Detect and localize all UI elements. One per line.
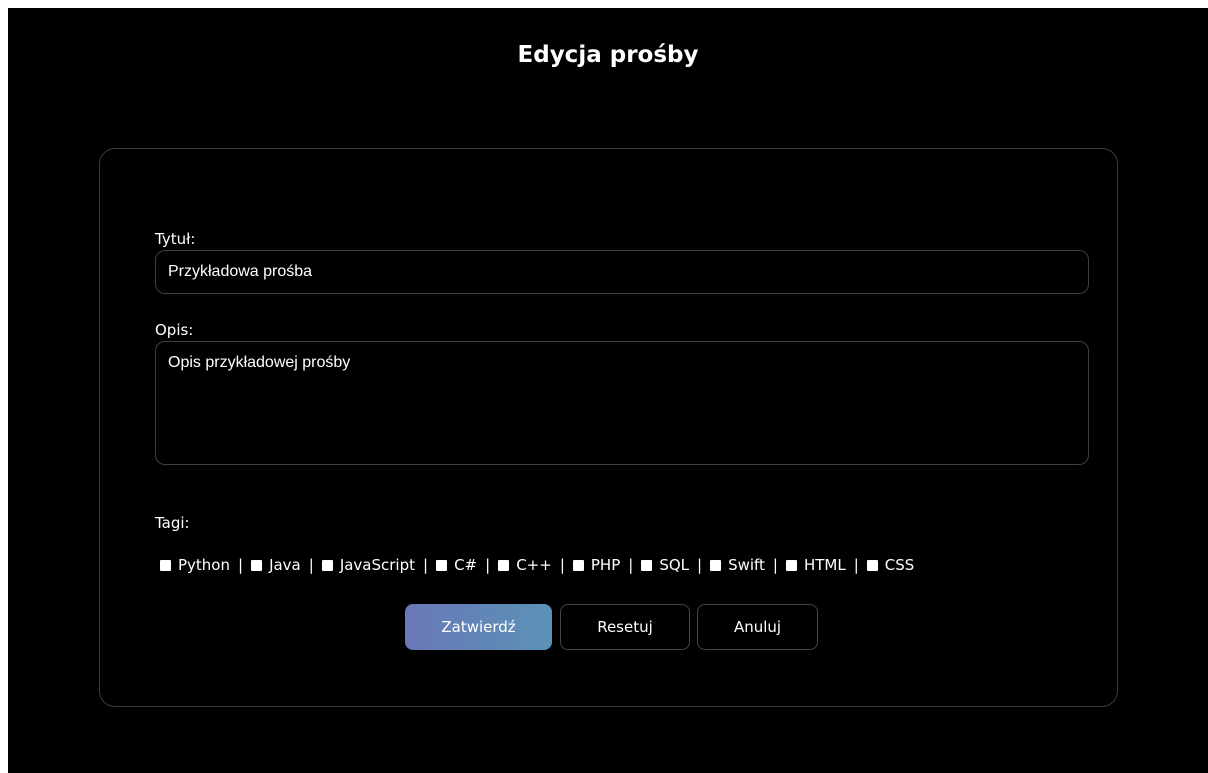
- checkbox-icon[interactable]: [498, 559, 510, 571]
- tags-list: Python | Java | JavaScript | C# | C++ | …: [160, 554, 914, 576]
- cancel-button[interactable]: Anuluj: [697, 604, 818, 650]
- tag-label: Python: [178, 556, 230, 574]
- tag-separator: |: [772, 556, 778, 574]
- tag-checkbox-php[interactable]: PHP: [572, 556, 621, 574]
- tag-separator: |: [853, 556, 859, 574]
- tag-label: CSS: [884, 556, 915, 574]
- tag-separator: |: [423, 556, 429, 574]
- tag-separator: |: [697, 556, 703, 574]
- checkbox-icon[interactable]: [866, 559, 878, 571]
- tag-label: SQL: [659, 556, 689, 574]
- checkbox-icon[interactable]: [436, 559, 448, 571]
- tag-checkbox-java[interactable]: Java: [251, 556, 301, 574]
- checkbox-icon[interactable]: [160, 559, 171, 571]
- tag-checkbox-csharp[interactable]: C#: [436, 556, 477, 574]
- description-label: Opis:: [155, 321, 194, 339]
- title-label: Tytuł:: [155, 230, 196, 248]
- page: Edycja prośby Tytuł: Opis: Opis przykład…: [8, 8, 1208, 773]
- checkbox-icon[interactable]: [710, 559, 722, 571]
- title-input[interactable]: [155, 250, 1089, 294]
- tag-label: JavaScript: [339, 556, 416, 574]
- checkbox-icon[interactable]: [321, 559, 333, 571]
- tag-checkbox-javascript[interactable]: JavaScript: [321, 556, 416, 574]
- tag-label: Swift: [728, 556, 765, 574]
- tag-label: PHP: [590, 556, 621, 574]
- tag-separator: |: [238, 556, 244, 574]
- checkbox-icon[interactable]: [785, 559, 797, 571]
- tag-checkbox-html[interactable]: HTML: [785, 556, 846, 574]
- tag-separator: |: [308, 556, 314, 574]
- checkbox-icon[interactable]: [251, 559, 263, 571]
- tag-checkbox-sql[interactable]: SQL: [641, 556, 689, 574]
- tag-checkbox-cpp[interactable]: C++: [498, 556, 552, 574]
- description-textarea[interactable]: Opis przykładowej prośby: [155, 341, 1089, 465]
- edit-request-form: Tytuł: Opis: Opis przykładowej prośby Ta…: [99, 148, 1118, 707]
- checkbox-icon[interactable]: [641, 559, 653, 571]
- tag-separator: |: [628, 556, 634, 574]
- tag-checkbox-css[interactable]: CSS: [866, 556, 915, 574]
- tag-label: Java: [269, 556, 301, 574]
- tag-separator: |: [485, 556, 491, 574]
- tags-label: Tagi:: [155, 514, 190, 532]
- tag-checkbox-python[interactable]: Python: [160, 556, 230, 574]
- tag-label: C#: [454, 556, 478, 574]
- submit-button[interactable]: Zatwierdź: [405, 604, 552, 650]
- checkbox-icon[interactable]: [572, 559, 584, 571]
- tag-separator: |: [559, 556, 565, 574]
- tag-label: HTML: [803, 556, 846, 574]
- tag-label: C++: [516, 556, 552, 574]
- reset-button[interactable]: Resetuj: [560, 604, 690, 650]
- tag-checkbox-swift[interactable]: Swift: [710, 556, 765, 574]
- page-title: Edycja prośby: [517, 42, 699, 68]
